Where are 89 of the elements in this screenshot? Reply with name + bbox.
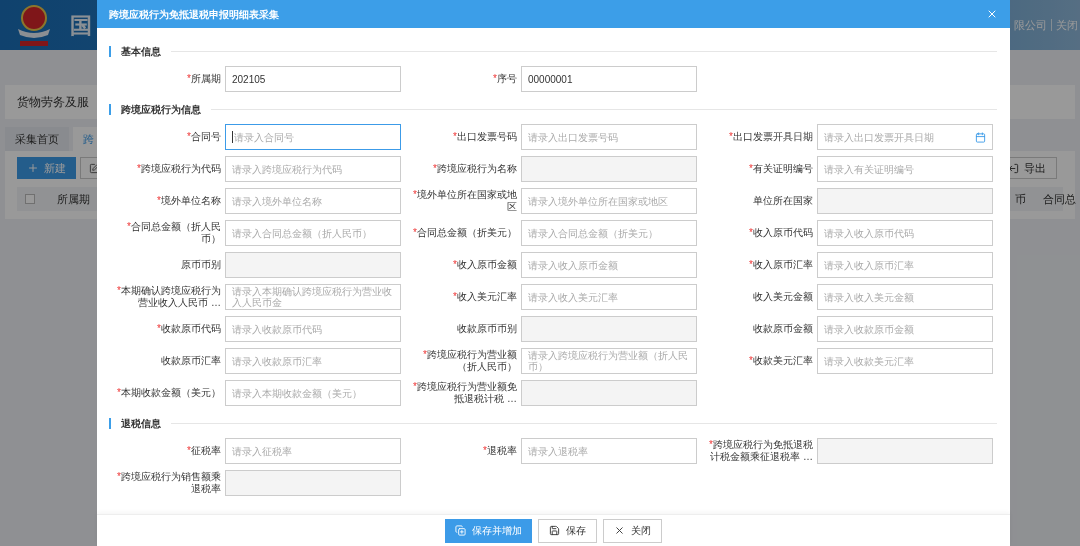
input-field[interactable]: 请录入退税率	[521, 438, 697, 464]
input-field[interactable]: 请录入有关证明编号	[817, 156, 993, 182]
field-label: *收入原币汇率	[749, 259, 813, 271]
field-label: *序号	[493, 73, 517, 85]
section-title: 退税信息	[121, 417, 161, 431]
field-label: *征税率	[187, 445, 221, 457]
field-label: *跨境应税行为免抵退税计税金额乘征退税率 …	[708, 439, 813, 463]
field-label: *跨境应税行为代码	[137, 163, 221, 175]
input-field[interactable]: 请录入合同总金额（折人民币）	[225, 220, 401, 246]
field-label: 原币币别	[181, 259, 221, 271]
dialog-button[interactable]: 关闭	[603, 518, 662, 543]
field-label: 收入美元金额	[753, 291, 813, 303]
plus-icon	[27, 162, 39, 174]
field-label: *收入原币代码	[749, 227, 813, 239]
field-label: *出口发票号码	[453, 131, 517, 143]
input-field[interactable]	[225, 252, 401, 278]
calendar-icon[interactable]	[975, 131, 986, 143]
input-field[interactable]: 请录入收入原币代码	[817, 220, 993, 246]
input-field[interactable]: 请录入收款美元汇率	[817, 348, 993, 374]
input-field[interactable]: 请录入跨境应税行为营业额（折人民币）	[521, 348, 697, 374]
field-label: *本期收款金额（美元）	[117, 387, 221, 399]
input-field[interactable]: 请录入跨境应税行为代码	[225, 156, 401, 182]
input-field[interactable]: 请录入合同总金额（折美元）	[521, 220, 697, 246]
input-field[interactable]: 202105	[225, 66, 401, 92]
company-name: 限公司	[1014, 17, 1047, 33]
input-field[interactable]: 请录入出口发票号码	[521, 124, 697, 150]
input-field[interactable]: 请录入收入原币金额	[521, 252, 697, 278]
input-field[interactable]	[521, 316, 697, 342]
close-icon[interactable]	[986, 8, 998, 20]
floppy-icon	[549, 525, 560, 536]
input-field[interactable]: 00000001	[521, 66, 697, 92]
input-field[interactable]: 请录入收款原币代码	[225, 316, 401, 342]
field-label: *跨境应税行为名称	[433, 163, 517, 175]
export-icon	[1008, 162, 1019, 174]
field-label: *合同总金额（折人民币）	[126, 221, 221, 245]
add-copy-icon	[455, 525, 466, 536]
field-label: *跨境应税行为营业额（折人民币）	[422, 349, 517, 373]
field-label: *境外单位所在国家或地区	[412, 189, 517, 213]
input-field[interactable]: 请录入本期确认跨境应税行为营业收入人民币金	[225, 284, 401, 310]
close-icon	[614, 525, 625, 536]
input-field[interactable]	[225, 470, 401, 496]
logout-link[interactable]: 关闭	[1056, 16, 1078, 34]
new-button[interactable]: 新建	[17, 157, 76, 179]
input-field[interactable]	[817, 438, 993, 464]
field-label: *退税率	[483, 445, 517, 457]
input-field[interactable]: 请录入境外单位所在国家或地区	[521, 188, 697, 214]
section-title: 基本信息	[121, 45, 161, 59]
field-label: 收款原币金额	[753, 323, 813, 335]
field-label: *跨境应税行为营业额免抵退税计税 …	[412, 381, 517, 405]
input-field[interactable]	[521, 156, 697, 182]
field-label: *跨境应税行为销售额乘退税率	[116, 471, 221, 495]
input-field[interactable]	[521, 380, 697, 406]
input-field[interactable]: 请录入征税率	[225, 438, 401, 464]
header-checkbox[interactable]	[25, 194, 35, 204]
field-label: *收款美元汇率	[749, 355, 813, 367]
section-title: 跨境应税行为信息	[121, 103, 201, 117]
input-field[interactable]: 请录入收入美元汇率	[521, 284, 697, 310]
field-label: 收款原币汇率	[161, 355, 221, 367]
dialog-title: 跨境应税行为免抵退税申报明细表采集	[109, 7, 279, 22]
input-field[interactable]: 请录入收入原币汇率	[817, 252, 993, 278]
date-field[interactable]: 请录入出口发票开具日期	[817, 124, 993, 150]
input-field[interactable]: 请录入收款原币金额	[817, 316, 993, 342]
field-label: *有关证明编号	[749, 163, 813, 175]
input-field[interactable]: 请录入合同号	[225, 124, 401, 150]
dialog-button[interactable]: 保存并增加	[445, 518, 532, 543]
page-tab[interactable]: 采集首页	[5, 127, 69, 151]
column-header: 合同总	[1043, 191, 1076, 207]
field-label: 收款原币币别	[457, 323, 517, 335]
column-header: 所属期	[57, 191, 90, 207]
site-title: 国	[70, 11, 92, 40]
edit-icon	[88, 162, 100, 174]
field-label: *合同总金额（折美元）	[413, 227, 517, 239]
input-field[interactable]: 请录入本期收款金额（美元）	[225, 380, 401, 406]
input-field[interactable]	[817, 188, 993, 214]
breadcrumb-text: 货物劳务及服	[17, 94, 89, 111]
input-field[interactable]: 请录入境外单位名称	[225, 188, 401, 214]
column-header: 币	[1015, 191, 1026, 207]
field-label: *所属期	[187, 73, 221, 85]
dialog-button[interactable]: 保存	[538, 518, 597, 543]
field-label: *合同号	[187, 131, 221, 143]
field-label: *本期确认跨境应税行为营业收入人民币 …	[116, 285, 221, 309]
field-label: *境外单位名称	[157, 195, 221, 207]
field-label: *收入美元汇率	[453, 291, 517, 303]
input-field[interactable]: 请录入收款原币汇率	[225, 348, 401, 374]
field-label: 单位所在国家	[753, 195, 813, 207]
input-field[interactable]: 请录入收入美元金额	[817, 284, 993, 310]
field-label: *出口发票开具日期	[729, 131, 813, 143]
field-label: *收入原币金额	[453, 259, 517, 271]
field-label: *收款原币代码	[157, 323, 221, 335]
